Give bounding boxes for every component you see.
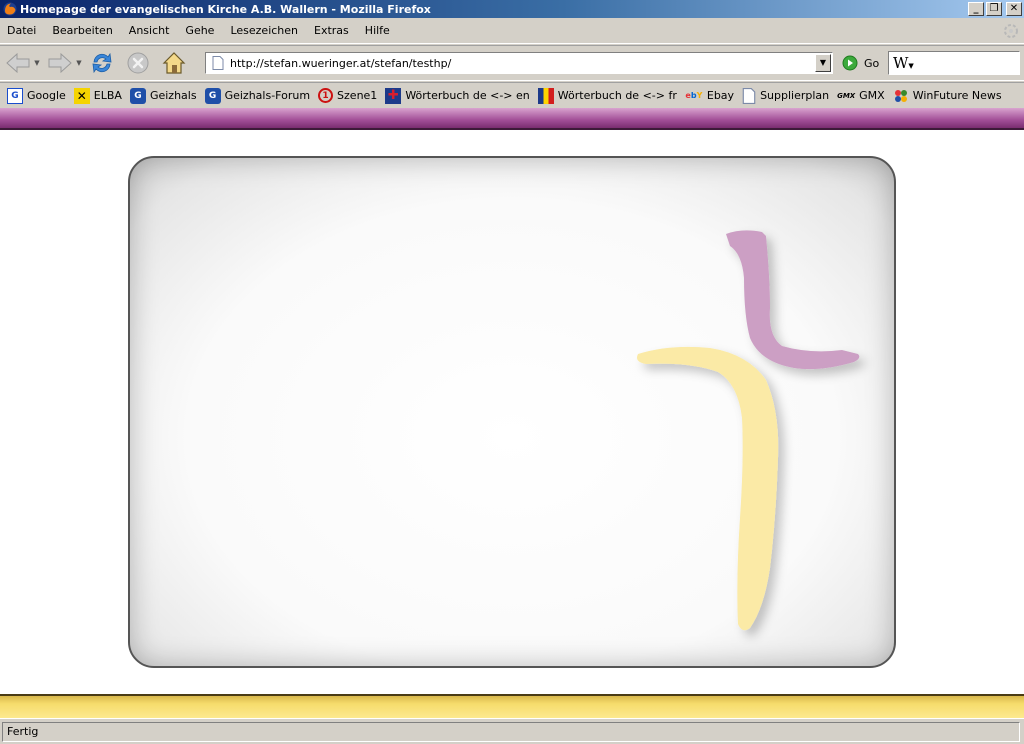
bookmark-geizhals-forum[interactable]: G Geizhals-Forum xyxy=(201,87,314,104)
home-button[interactable] xyxy=(160,49,188,77)
minimize-button[interactable]: _ xyxy=(968,2,984,16)
szene1-icon: 1 xyxy=(318,88,334,103)
menu-datei[interactable]: Datei xyxy=(0,24,44,37)
stop-button[interactable] xyxy=(124,49,152,77)
reload-button[interactable] xyxy=(88,49,116,77)
page-viewport xyxy=(0,108,1024,718)
bookmark-winfuture[interactable]: WinFuture News xyxy=(889,88,1006,104)
cross-yellow-stroke xyxy=(637,346,779,631)
gmx-icon: GMX xyxy=(837,91,856,100)
bookmark-ebay[interactable]: ebY Ebay xyxy=(681,88,738,104)
page-icon xyxy=(742,87,756,104)
forward-arrow-icon xyxy=(48,52,72,74)
content-frame xyxy=(128,156,896,668)
reload-icon xyxy=(92,52,112,74)
status-panel: Fertig xyxy=(2,721,1020,742)
page-icon xyxy=(212,56,224,70)
back-history-dropdown[interactable]: ▼ xyxy=(32,49,42,77)
menu-ansicht[interactable]: Ansicht xyxy=(121,24,178,37)
geizhals-icon: G xyxy=(204,87,221,104)
throbber-icon xyxy=(1004,24,1018,38)
forward-history-dropdown[interactable]: ▼ xyxy=(74,49,84,77)
bookmark-label: Geizhals-Forum xyxy=(224,89,311,102)
bookmark-label: GMX xyxy=(859,89,885,102)
url-dropdown-button[interactable]: ▼ xyxy=(815,54,831,72)
home-icon xyxy=(162,52,186,74)
bookmark-elba[interactable]: ✕ ELBA xyxy=(70,87,126,104)
search-box[interactable]: W ▼ xyxy=(888,51,1020,75)
back-arrow-icon xyxy=(6,52,30,74)
bookmark-supplierplan[interactable]: Supplierplan xyxy=(738,87,833,104)
status-bar: Fertig xyxy=(0,718,1024,744)
bookmark-label: Wörterbuch de <-> fr xyxy=(557,89,677,102)
google-icon: G xyxy=(7,87,23,104)
window-title: Homepage der evangelischen Kirche A.B. W… xyxy=(20,2,431,16)
url-text[interactable]: http://stefan.wueringer.at/stefan/testhp… xyxy=(230,57,815,70)
header-band xyxy=(0,108,1024,130)
window-titlebar: Homepage der evangelischen Kirche A.B. W… xyxy=(0,0,1024,18)
cross-pink-stroke xyxy=(726,230,860,370)
fr-flag-icon xyxy=(537,87,554,104)
bookmark-gmx[interactable]: GMX GMX xyxy=(833,88,889,104)
url-bar[interactable]: http://stefan.wueringer.at/stefan/testhp… xyxy=(205,52,833,74)
bookmark-label: Wörterbuch de <-> en xyxy=(405,89,530,102)
ebay-icon: ebY xyxy=(685,91,703,100)
bookmark-label: Szene1 xyxy=(337,89,378,102)
bookmark-szene1[interactable]: 1 Szene1 xyxy=(314,88,381,103)
bookmarks-toolbar: G Google ✕ ELBA G Geizhals G Geizhals-Fo… xyxy=(0,82,1024,108)
go-button[interactable]: Go xyxy=(842,55,879,71)
bookmark-woerterbuch-fr[interactable]: Wörterbuch de <-> fr xyxy=(534,87,681,104)
stop-icon xyxy=(127,52,149,74)
close-button[interactable]: ✕ xyxy=(1006,2,1022,16)
cross-logo xyxy=(637,230,860,631)
wikipedia-icon[interactable]: W xyxy=(893,54,908,72)
bookmark-google[interactable]: G Google xyxy=(0,87,70,104)
raiffeisen-icon: ✕ xyxy=(73,87,90,104)
menu-hilfe[interactable]: Hilfe xyxy=(357,24,398,37)
geizhals-icon: G xyxy=(129,87,146,104)
search-engine-dropdown-icon[interactable]: ▼ xyxy=(908,62,913,70)
menu-extras[interactable]: Extras xyxy=(306,24,357,37)
bookmark-geizhals[interactable]: G Geizhals xyxy=(126,87,201,104)
bookmark-woerterbuch-en[interactable]: ✚ Wörterbuch de <-> en xyxy=(381,87,533,104)
winfuture-icon xyxy=(894,89,907,102)
footer-band xyxy=(0,694,1024,718)
menu-bar: Datei Bearbeiten Ansicht Gehe Lesezeiche… xyxy=(0,18,1024,44)
back-button[interactable] xyxy=(4,49,32,77)
menu-bearbeiten[interactable]: Bearbeiten xyxy=(44,24,120,37)
firefox-icon xyxy=(3,2,17,16)
navigation-toolbar: ▼ ▼ http://stefan.wueringer.at/stefan/te… xyxy=(0,45,1024,81)
menu-lesezeichen[interactable]: Lesezeichen xyxy=(222,24,306,37)
bookmark-label: Ebay xyxy=(706,89,735,102)
bookmark-label: WinFuture News xyxy=(912,89,1002,102)
forward-button[interactable] xyxy=(46,49,74,77)
bookmark-label: Geizhals xyxy=(149,89,197,102)
bookmark-label: Google xyxy=(27,89,66,102)
status-text: Fertig xyxy=(7,725,39,738)
bookmark-label: ELBA xyxy=(93,89,122,102)
go-icon xyxy=(842,55,858,71)
maximize-button[interactable]: ❐ xyxy=(986,2,1002,16)
bookmark-label: Supplierplan xyxy=(760,89,830,102)
uk-flag-icon: ✚ xyxy=(385,87,402,104)
menu-gehe[interactable]: Gehe xyxy=(177,24,222,37)
go-label: Go xyxy=(864,56,880,70)
